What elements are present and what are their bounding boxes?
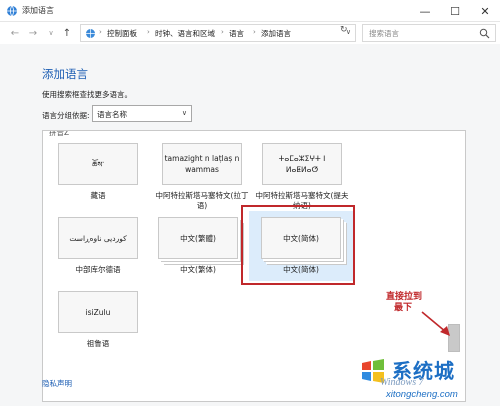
control-panel-icon [86,29,95,38]
language-native-name: tamazight n laṭlaṣ n wammas [164,154,240,174]
language-tile-central-kurdish[interactable]: کوردیی ناوەڕاست 中部库尔德语 [49,217,147,275]
annotation-line-2: 最下 [394,303,413,313]
globe-icon [7,5,17,17]
language-label: 中文(繁体) [180,265,216,274]
search-icon[interactable] [479,28,490,39]
language-card: ཆོས་ [58,143,138,185]
group-by-value: 语言名称 [97,110,127,119]
watermark-os: Windows 7 [380,377,424,388]
language-native-name: ཆོས་ [92,159,104,169]
breadcrumb-add-language[interactable]: 添加语言 [261,28,291,39]
language-label: 中部库尔德语 [75,265,121,274]
refresh-button[interactable]: ↻ [340,25,348,35]
language-card: ⵜⴰⵎⴰⵣⵉⵖⵜ ⵏ ⵍⴰⵟⵍⴰⵚ [262,143,342,185]
language-native-name: isiZulu [85,307,111,317]
language-card: 中文(繁體) [158,217,238,259]
language-native-name: کوردیی ناوەڕاست [69,233,127,243]
section-header: 拼音Z [49,130,70,137]
navigation-bar: ← → ∨ ↑ › 控制面板 › 时钟、语言和区域 › 语言 › 添加语言 ∨ … [0,22,500,44]
annotation-text: 直接拉到 最下 [386,292,422,314]
language-label: 中阿特拉斯塔马塞特文(拉丁语) [155,191,249,210]
page-description: 使用搜索框查找更多语言。 [42,90,132,99]
annotation-line-1: 直接拉到 [386,292,423,302]
language-native-name: ⵜⴰⵎⴰⵣⵉⵖⵜ ⵏ ⵍⴰⵟⵍⴰⵚ [278,154,326,174]
content-area: 添加语言 使用搜索框查找更多语言。 语言分组依据: 语言名称 ∨ 拼音Z ཆོས… [0,44,500,406]
page-title: 添加语言 [42,67,88,81]
up-button[interactable]: ↑ [60,26,74,40]
language-tile-zulu[interactable]: isiZulu 祖鲁语 [49,291,147,349]
breadcrumb-separator: › [147,28,150,36]
search-box[interactable]: 搜索语言 [362,24,496,42]
breadcrumb-separator: › [99,28,102,36]
language-tile-tamazight-latin[interactable]: tamazight n laṭlaṣ n wammas 中阿特拉斯塔马塞特文(拉… [153,143,251,211]
breadcrumb-clock-language-region[interactable]: 时钟、语言和区域 [155,28,215,39]
watermark-url: xitongcheng.com [386,389,458,400]
breadcrumb-separator: › [253,28,256,36]
watermark: 系统城 Windows 7 xitongcheng.com [356,355,500,406]
search-placeholder: 搜索语言 [369,29,399,38]
close-button[interactable]: ✕ [470,0,500,22]
breadcrumb-control-panel[interactable]: 控制面板 [107,28,137,39]
annotation-arrow-icon [421,311,450,336]
language-tile-tamazight-tifinagh[interactable]: ⵜⴰⵎⴰⵣⵉⵖⵜ ⵏ ⵍⴰⵟⵍⴰⵚ 中阿特拉斯塔马塞特文(提夫纳语) [253,143,351,211]
language-tile-tibetan[interactable]: ཆོས་ 藏语 [49,143,147,201]
window-title: 添加语言 [22,6,54,15]
group-by-select[interactable]: 语言名称 ∨ [92,105,192,122]
chevron-down-icon: ∨ [181,109,187,117]
breadcrumb-language[interactable]: 语言 [229,28,244,39]
privacy-statement-link[interactable]: 隐私声明 [42,378,72,389]
language-tile-chinese-traditional[interactable]: 中文(繁體) 中文(繁体) [149,217,247,275]
language-card: کوردیی ناوەڕاست [58,217,138,259]
language-card: isiZulu [58,291,138,333]
language-native-name: 中文(繁體) [180,233,216,243]
back-button[interactable]: ← [8,26,22,40]
forward-button[interactable]: → [26,26,40,40]
language-label: 祖鲁语 [86,339,110,348]
recent-locations-button[interactable]: ∨ [44,26,58,40]
language-label: 藏语 [90,191,106,200]
breadcrumb-separator: › [221,28,224,36]
title-bar: 添加语言 — ☐ ✕ [0,0,500,22]
minimize-button[interactable]: — [410,0,440,22]
address-bar[interactable]: › 控制面板 › 时钟、语言和区域 › 语言 › 添加语言 ∨ [80,24,356,42]
group-by-label: 语言分组依据: [42,111,90,120]
highlight-frame [241,205,355,285]
language-card: tamazight n laṭlaṣ n wammas [162,143,242,185]
maximize-button[interactable]: ☐ [440,0,470,22]
